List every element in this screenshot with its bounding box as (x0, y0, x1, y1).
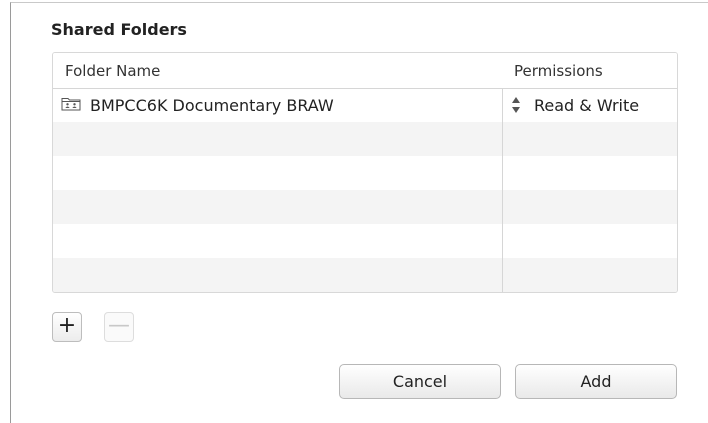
add-folder-button[interactable]: + (52, 312, 82, 342)
shared-folders-table: Folder Name Permissions BMPCC6K Document… (52, 52, 678, 293)
table-row-empty (53, 224, 677, 258)
dialog-title: Shared Folders (51, 20, 187, 39)
table-row-empty (53, 190, 677, 224)
table-header: Folder Name Permissions (53, 53, 677, 89)
cancel-button[interactable]: Cancel (339, 364, 501, 399)
column-header-permissions[interactable]: Permissions (514, 62, 603, 80)
column-divider (502, 88, 503, 292)
table-row-empty (53, 122, 677, 156)
folder-name-cell: BMPCC6K Documentary BRAW (90, 96, 334, 115)
up-down-stepper-icon[interactable] (511, 95, 521, 115)
table-row-empty (53, 258, 677, 292)
add-button[interactable]: Add (515, 364, 677, 399)
remove-folder-button[interactable]: — (104, 312, 134, 342)
table-row[interactable]: BMPCC6K Documentary BRAW Read & Write (53, 88, 677, 122)
column-header-folder-name[interactable]: Folder Name (65, 62, 160, 80)
shared-folder-icon (61, 98, 81, 111)
permissions-cell[interactable]: Read & Write (534, 96, 639, 115)
table-row-empty (53, 156, 677, 190)
